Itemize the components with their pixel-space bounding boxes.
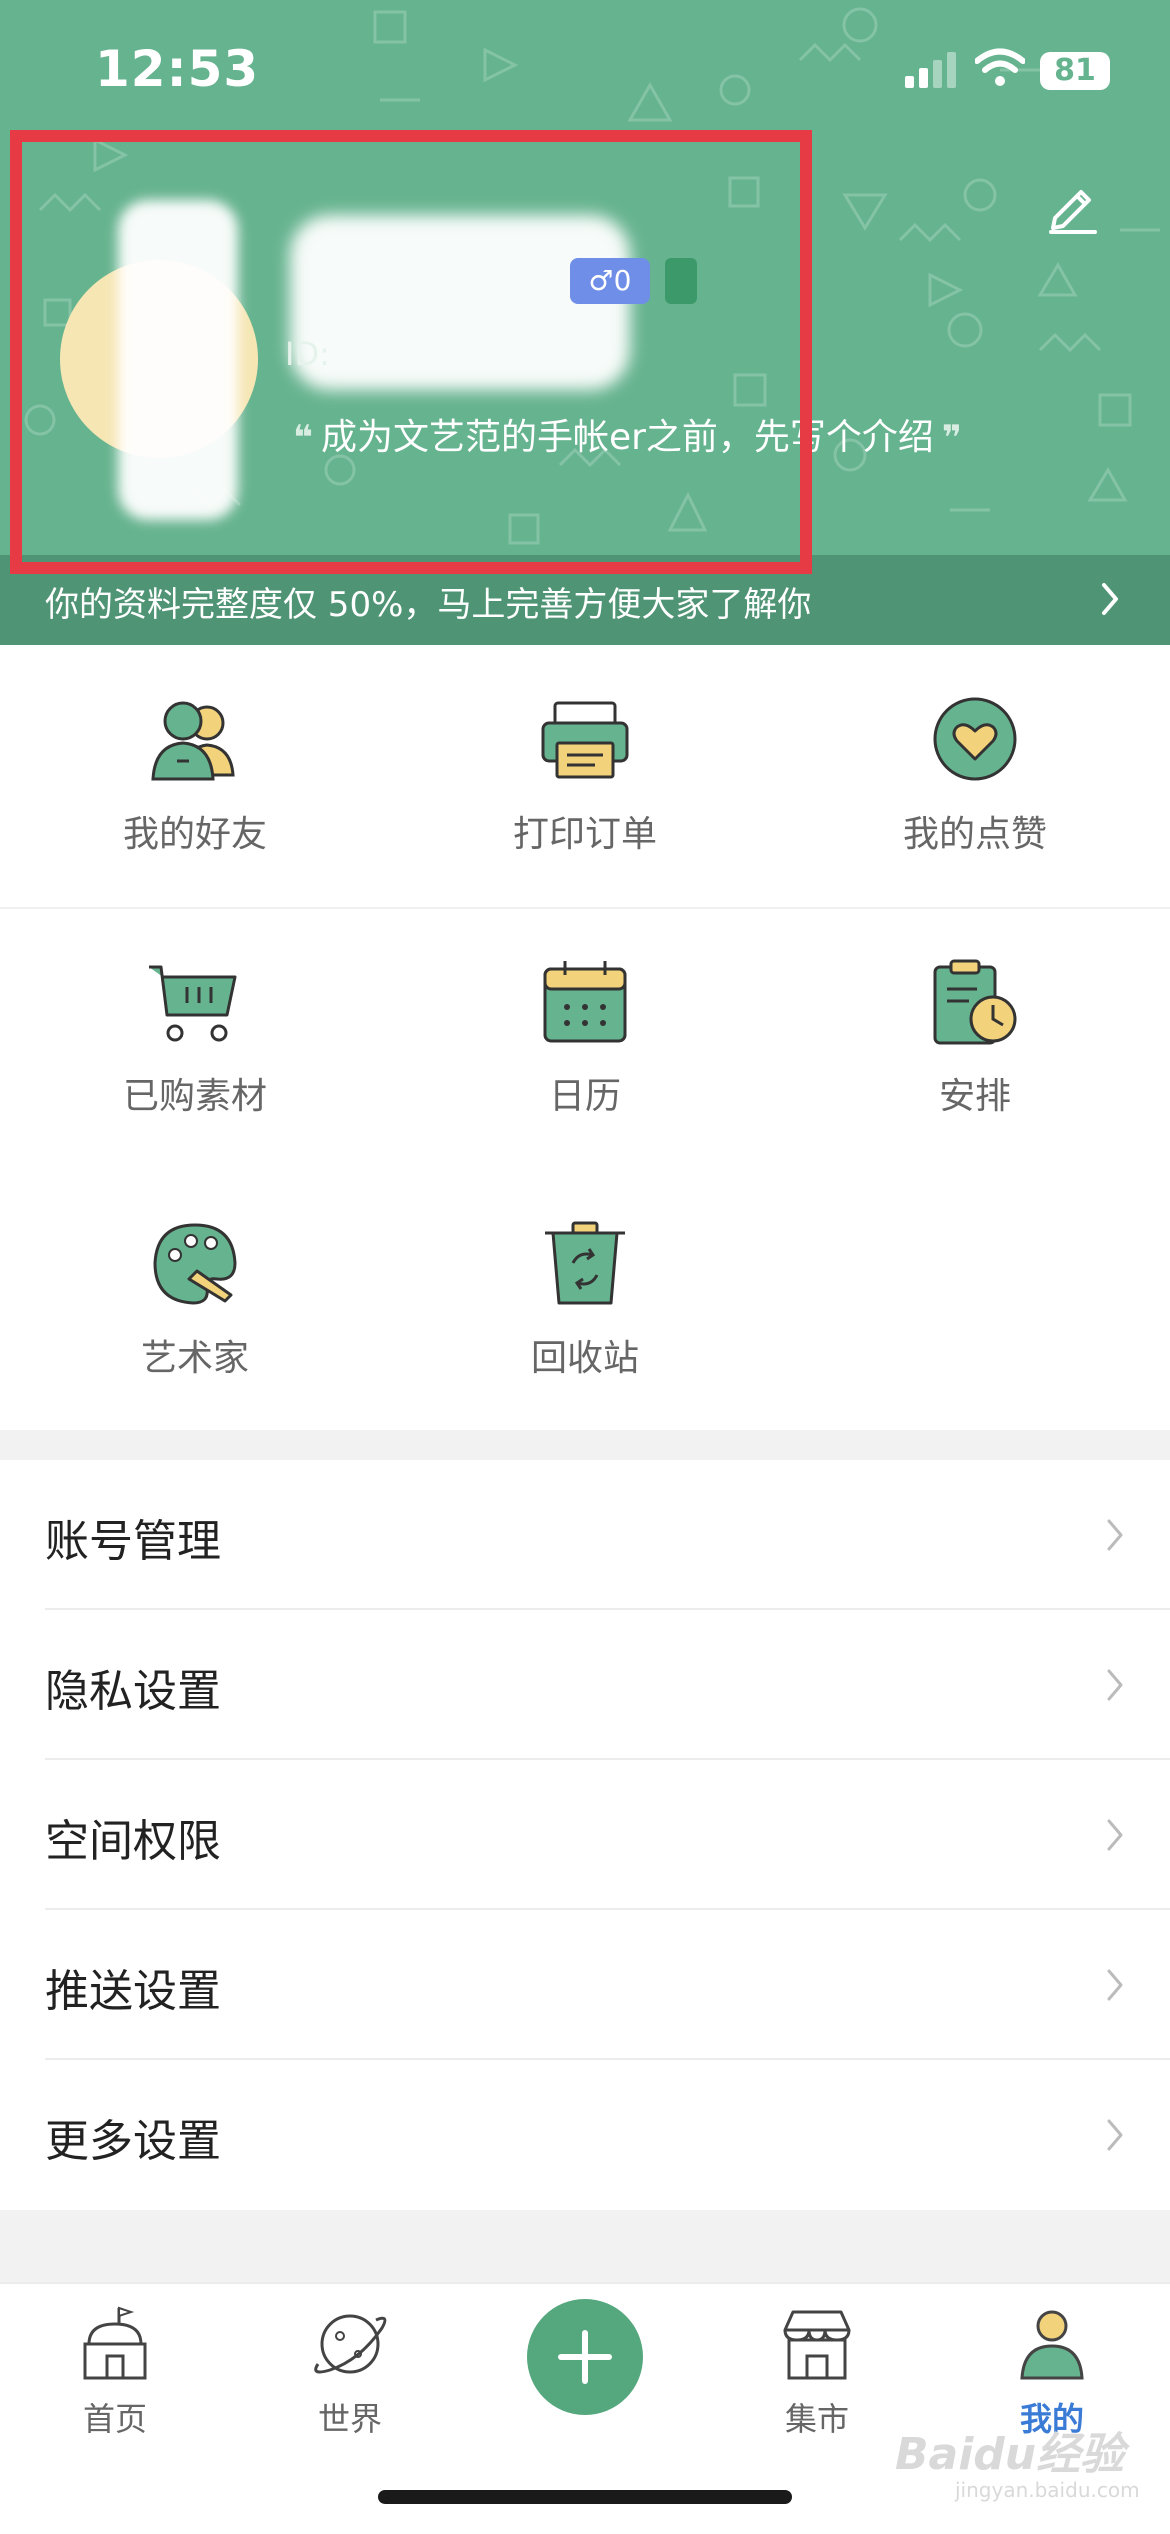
tab-label: 世界 [317, 2400, 382, 2438]
grid-label: 我的点赞 [902, 814, 1047, 855]
edit-profile-icon[interactable] [1045, 178, 1101, 234]
market-icon [783, 2310, 851, 2380]
grid-label: 已购素材 [122, 1076, 267, 1117]
grid-label: 日历 [548, 1076, 621, 1117]
settings-list: 账号管理 隐私设置 空间权限 推送设置 更多设置 [0, 1460, 1170, 2210]
profile-icon [1020, 2310, 1084, 2380]
grid-item-recycle-bin[interactable]: 回收站 [390, 1169, 780, 1431]
chevron-right-icon [1107, 1519, 1123, 1551]
plus-icon [558, 2330, 612, 2384]
tab-home[interactable]: 首页 [25, 2304, 205, 2438]
chevron-right-icon [1107, 1669, 1123, 1701]
home-indicator[interactable] [378, 2490, 792, 2504]
settings-row-privacy[interactable]: 隐私设置 [0, 1610, 1170, 1760]
feature-grid: 我的好友 打印订单 我的点赞 已购素材 日历 安排 艺术家 回收站 [0, 645, 1170, 1430]
tab-world[interactable]: 世界 [260, 2304, 440, 2438]
tab-me[interactable]: 我的 [962, 2304, 1142, 2438]
grid-item-print-orders[interactable]: 打印订单 [390, 645, 780, 907]
settings-row-account[interactable]: 账号管理 [0, 1460, 1170, 1610]
wifi-icon [975, 48, 1025, 86]
grid-label: 我的好友 [122, 814, 267, 855]
recycle-bin-icon [545, 1221, 625, 1305]
friends-icon [151, 701, 235, 781]
settings-row-label: 账号管理 [45, 1516, 221, 1567]
tab-label: 集市 [784, 2400, 849, 2438]
calendar-icon [543, 961, 627, 1043]
home-icon [83, 2306, 147, 2380]
clipboard-clock-icon [933, 959, 1017, 1045]
battery-indicator: 81 [1040, 52, 1110, 90]
create-button[interactable] [527, 2299, 643, 2415]
chevron-right-icon [1107, 2119, 1123, 2151]
chevron-right-icon [1102, 583, 1118, 615]
chevron-right-icon [1107, 1819, 1123, 1851]
cart-icon [149, 965, 237, 1042]
profile-header: 12:53 81 ID: ♂0 ❝ 成为文艺范的手帐er之前，先写个介绍 ❞ 你的资… [0, 0, 1170, 645]
banner-text: 你的资料完整度仅 50%，马上完善方便大家了解你 [45, 585, 812, 625]
grid-item-schedule[interactable]: 安排 [780, 907, 1170, 1169]
settings-row-space-permissions[interactable]: 空间权限 [0, 1760, 1170, 1910]
tab-label: 首页 [82, 2400, 147, 2438]
grid-label: 打印订单 [512, 814, 657, 855]
quote-close-icon: ❞ [941, 418, 962, 458]
settings-row-label: 更多设置 [45, 2116, 221, 2167]
cellular-signal-icon [905, 52, 956, 88]
highlight-box [10, 130, 812, 574]
heart-icon [933, 697, 1017, 781]
palette-icon [153, 1223, 237, 1305]
grid-item-artist[interactable]: 艺术家 [0, 1169, 390, 1431]
planet-icon [314, 2314, 387, 2374]
grid-item-friends[interactable]: 我的好友 [0, 645, 390, 907]
settings-row-label: 空间权限 [45, 1816, 221, 1867]
grid-item-calendar[interactable]: 日历 [390, 907, 780, 1169]
chevron-right-icon [1107, 1969, 1123, 2001]
settings-row-label: 隐私设置 [45, 1666, 221, 1717]
grid-label: 安排 [938, 1076, 1011, 1117]
status-bar: 12:53 81 [0, 0, 1170, 140]
status-time: 12:53 [95, 40, 260, 98]
settings-row-more[interactable]: 更多设置 [0, 2060, 1170, 2210]
settings-row-push[interactable]: 推送设置 [0, 1910, 1170, 2060]
grid-label: 回收站 [530, 1338, 639, 1379]
grid-label: 艺术家 [140, 1338, 249, 1379]
settings-row-label: 推送设置 [45, 1966, 221, 2017]
watermark-url: jingyan.baidu.com [955, 2478, 1140, 2502]
grid-item-likes[interactable]: 我的点赞 [780, 645, 1170, 907]
watermark-logo: Baidu经验 [895, 2429, 1125, 2480]
printer-icon [541, 701, 629, 779]
grid-item-purchased-materials[interactable]: 已购素材 [0, 907, 390, 1169]
tab-market[interactable]: 集市 [727, 2304, 907, 2438]
